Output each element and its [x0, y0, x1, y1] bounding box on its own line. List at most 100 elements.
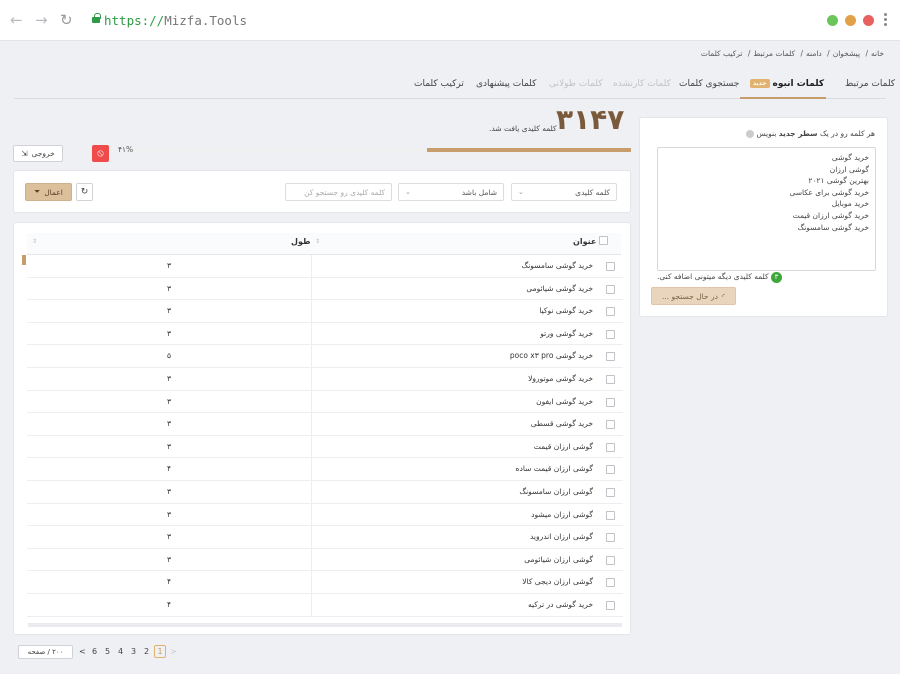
page-6[interactable]: 6 — [92, 647, 97, 656]
table-row[interactable]: گوشی ارزان شیائومی ۳ — [27, 548, 623, 572]
row-length: ۳ — [167, 487, 172, 496]
horizontal-scrollbar[interactable] — [28, 623, 622, 627]
table-row[interactable]: خرید گوشی poco x۳ pro ۵ — [27, 345, 623, 368]
row-checkbox[interactable] — [606, 307, 615, 317]
apply-button[interactable]: اعمال ⏷ — [25, 183, 72, 201]
breadcrumb-item[interactable]: کلمات مرتبط — [753, 49, 795, 58]
row-checkbox[interactable] — [606, 578, 615, 588]
row-checkbox[interactable] — [606, 352, 615, 362]
maximize-dot[interactable] — [827, 15, 838, 26]
row-checkbox[interactable] — [606, 510, 615, 520]
search-button[interactable]: ◜ در حال جستجو ... — [651, 287, 736, 305]
prev-page-button[interactable]: < — [79, 647, 86, 656]
table-row[interactable]: خرید گوشی موتورولا ۳ — [27, 368, 623, 391]
row-checkbox[interactable] — [606, 375, 615, 384]
progress-label: ۴۱% — [118, 145, 134, 154]
breadcrumb-item[interactable]: دامنه — [806, 49, 822, 58]
table-row[interactable]: گوشی ارزان دیجی کالا ۴ — [27, 571, 623, 594]
back-icon[interactable]: ← — [10, 13, 23, 28]
keyword-line: خرید موبایل — [831, 199, 869, 209]
forward-icon[interactable]: → — [35, 13, 48, 28]
table-row[interactable]: خرید گوشی نوکیا ۳ — [27, 300, 623, 323]
row-title: گوشی ارزان سامسونگ — [519, 487, 593, 496]
table-row[interactable]: گوشی ارزان قیمت ۳ — [27, 435, 623, 459]
remaining-note: ۳ کلمه کلیدی دیگه میتونی اضافه کنی. — [657, 272, 783, 283]
breadcrumb-item[interactable]: خانه — [871, 49, 884, 58]
table-row[interactable]: گوشی ارزان قیمت ساده ۴ — [27, 458, 623, 481]
row-checkbox[interactable] — [606, 397, 615, 407]
breadcrumb-item[interactable]: پیشخوان — [833, 49, 860, 58]
table-row[interactable]: خرید گوشی سامسونگ ۳ — [27, 255, 623, 278]
operator-select[interactable]: شامل باشد ⌄ — [398, 183, 504, 201]
tab-bulk[interactable]: کلمات انبوهجدید — [750, 79, 824, 89]
ban-icon[interactable]: ⦸ — [92, 145, 109, 162]
row-checkbox[interactable] — [606, 533, 615, 543]
url-host: Mizfa.Tools — [164, 13, 248, 28]
refresh-icon[interactable]: ↻ — [76, 183, 93, 201]
browser-toolbar: ← → ↻ https://Mizfa.Tools — [0, 0, 900, 41]
row-checkbox[interactable] — [606, 284, 615, 294]
page-2[interactable]: 2 — [144, 647, 149, 656]
page-3[interactable]: 3 — [131, 647, 136, 656]
search-button-label: در حال جستجو ... — [661, 291, 718, 301]
row-length: ۳ — [167, 419, 172, 429]
menu-icon[interactable] — [884, 13, 887, 28]
row-title: گوشی ارزان دیجی کالا — [522, 577, 593, 587]
scroll-thumb[interactable] — [22, 255, 26, 265]
row-title: خرید گوشی ایفون — [536, 396, 593, 406]
row-length: ۵ — [167, 351, 172, 361]
row-checkbox[interactable] — [606, 420, 615, 430]
tab-combine[interactable]: ترکیب کلمات — [414, 79, 464, 89]
export-button[interactable]: خروجی ⇲ — [13, 145, 63, 162]
page-size-value: ۲۰۰ / صفحه — [27, 648, 64, 656]
reload-icon[interactable]: ↻ — [60, 13, 73, 28]
table-row[interactable]: گوشی ارزان اندروید ۳ — [27, 526, 623, 549]
next-page-button[interactable]: > — [170, 647, 177, 656]
table-row[interactable]: خرید گوشی قسطی ۳ — [27, 413, 623, 436]
row-title: گوشی ارزان شیائومی — [524, 554, 593, 564]
tab-related[interactable]: کلمات مرتبط — [845, 79, 895, 89]
table-row[interactable]: گوشی ارزان سامسونگ ۳ — [27, 481, 623, 504]
table-row[interactable]: خرید گوشی ورتو ۳ — [27, 322, 623, 346]
row-checkbox[interactable] — [606, 488, 615, 497]
hint-bold: سطر جدید — [778, 129, 818, 138]
keywords-textarea[interactable]: خرید گوشی گوشی ارزان بهترین گوشی ۲۰۲۱ خر… — [657, 147, 876, 271]
table-row[interactable]: گوشی ارزان میشود ۳ — [27, 503, 623, 527]
select-all-checkbox[interactable] — [599, 236, 608, 245]
page-size-select[interactable]: ۲۰۰ / صفحه — [18, 645, 73, 659]
close-dot[interactable] — [863, 15, 874, 26]
row-checkbox[interactable] — [606, 601, 615, 610]
table-row[interactable]: خرید گوشی ایفون ۳ — [27, 390, 623, 414]
row-length: ۳ — [167, 396, 172, 406]
info-icon[interactable] — [746, 130, 755, 138]
row-checkbox[interactable] — [606, 465, 615, 475]
row-checkbox[interactable] — [606, 555, 615, 565]
table-row[interactable]: خرید گوشی شیائومی ۳ — [27, 277, 623, 301]
keyword-line: خرید گوشی سامسونگ — [797, 222, 870, 232]
row-checkbox[interactable] — [606, 329, 615, 339]
page-1-current[interactable]: 1 — [154, 645, 166, 658]
keyword-line: خرید گوشی ارزان قیمت — [792, 210, 869, 220]
row-length: ۴ — [167, 577, 172, 587]
page-5[interactable]: 5 — [105, 647, 110, 656]
sort-icon[interactable]: ⇕ — [315, 238, 320, 245]
keyword-line: خرید گوشی برای عکاسی — [789, 187, 869, 197]
sort-icon[interactable]: ⇕ — [32, 238, 37, 245]
hint-prefix: هر کلمه رو در یک — [819, 129, 875, 138]
row-checkbox[interactable] — [606, 262, 615, 271]
row-title: خرید گوشی شیائومی — [526, 283, 593, 293]
tab-search[interactable]: جستجوی کلمات — [679, 79, 739, 89]
column-divider — [311, 458, 312, 481]
table-row[interactable]: خرید گوشی در ترکیه ۴ — [27, 594, 623, 617]
filter-value-input[interactable]: کلمه کلیدی رو جستجو کن — [285, 183, 392, 201]
field-select[interactable]: کلمه کلیدی ⌄ — [511, 183, 617, 201]
column-divider — [311, 594, 312, 616]
column-divider — [311, 300, 312, 323]
page-4[interactable]: 4 — [118, 647, 123, 656]
row-checkbox[interactable] — [606, 442, 615, 452]
active-tab-underline — [740, 97, 826, 99]
minimize-dot[interactable] — [845, 15, 856, 26]
address-bar[interactable]: https://Mizfa.Tools — [104, 13, 247, 28]
tab-suggested[interactable]: کلمات پیشنهادی — [476, 79, 536, 89]
breadcrumb-item: ترکیب کلمات — [700, 49, 743, 58]
